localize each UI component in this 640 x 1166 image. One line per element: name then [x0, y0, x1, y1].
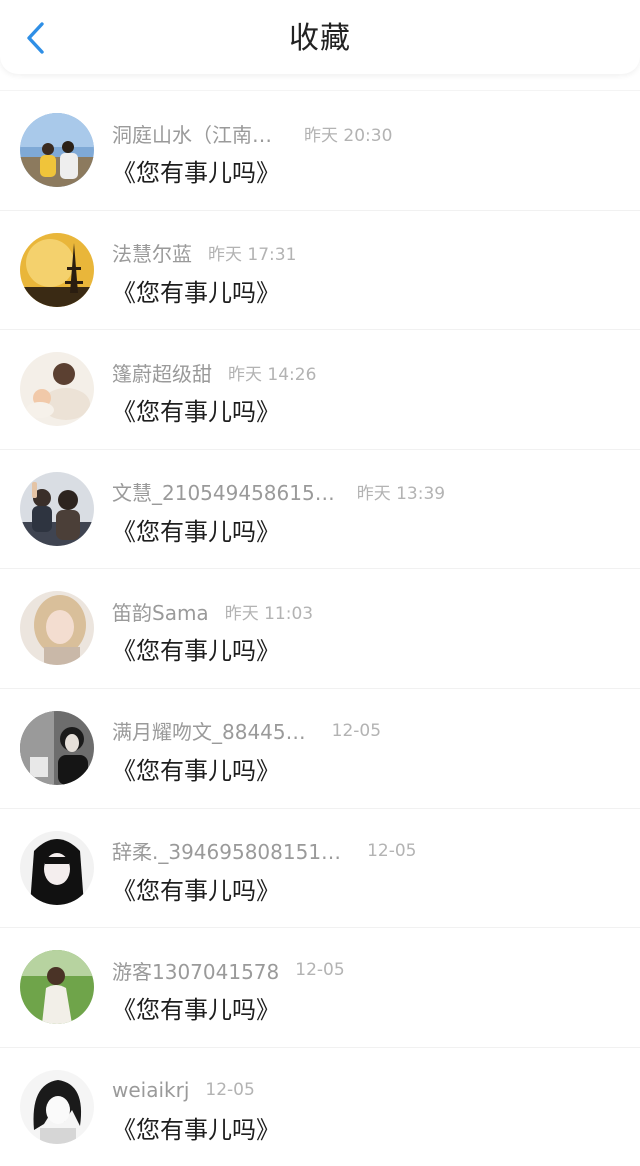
avatar[interactable]	[20, 950, 94, 1025]
message-text: 《您有事儿吗》	[112, 637, 280, 666]
sender-name: 游客1307041578	[112, 959, 280, 984]
message-text: 《您有事儿吗》	[112, 1115, 280, 1144]
sender-name: weiaikrj	[112, 1077, 190, 1102]
list-item[interactable]: 辞柔._394695808151… 12-05 《您有事儿吗》	[0, 807, 640, 928]
avatar[interactable]	[20, 830, 94, 905]
top-bar: 收藏	[0, 0, 640, 74]
avatar[interactable]	[20, 591, 94, 666]
message-text: 《您有事儿吗》	[112, 756, 280, 785]
timestamp: 12-05	[367, 840, 417, 861]
sender-name: 辞柔._394695808151…	[112, 840, 342, 865]
favorites-list: 洞庭山水（江南… 昨天 20:30 《您有事儿吗》 法慧尔蓝 昨天 17:31 …	[0, 90, 640, 1166]
avatar[interactable]	[20, 471, 94, 546]
avatar[interactable]	[20, 352, 94, 427]
timestamp: 12-05	[295, 960, 345, 981]
avatar[interactable]	[20, 113, 94, 187]
message-text: 《您有事儿吗》	[112, 278, 280, 307]
avatar[interactable]	[20, 1069, 94, 1144]
sender-name: 笛韵Sama	[112, 600, 209, 625]
timestamp: 昨天 20:30	[304, 125, 393, 146]
message-text: 《您有事儿吗》	[112, 398, 280, 427]
sender-name: 文慧_210549458615…	[112, 481, 335, 506]
timestamp: 12-05	[331, 720, 382, 741]
list-item[interactable]: weiaikrj 12-05 《您有事儿吗》	[0, 1046, 640, 1166]
list-item[interactable]: 游客1307041578 12-05 《您有事儿吗》	[0, 927, 640, 1047]
timestamp: 昨天 11:03	[224, 603, 314, 624]
timestamp: 昨天 17:31	[208, 245, 297, 266]
timestamp: 昨天 14:26	[228, 364, 317, 385]
list-item[interactable]: 文慧_210549458615… 昨天 13:39 《您有事儿吗》	[0, 448, 640, 569]
message-text: 《您有事儿吗》	[112, 876, 280, 905]
list-item[interactable]: 笛韵Sama 昨天 11:03 《您有事儿吗》	[0, 568, 640, 688]
avatar[interactable]	[20, 232, 94, 307]
list-item[interactable]: 篷蔚超级甜 昨天 14:26 《您有事儿吗》	[0, 329, 640, 449]
timestamp: 昨天 13:39	[356, 484, 446, 505]
list-item[interactable]: 洞庭山水（江南… 昨天 20:30 《您有事儿吗》	[0, 90, 640, 210]
sender-name: 洞庭山水（江南…	[112, 122, 272, 147]
list-item[interactable]: 满月耀吻文_88445… 12-05 《您有事儿吗》	[0, 687, 640, 808]
sender-name: 法慧尔蓝	[112, 242, 192, 267]
message-text: 《您有事儿吗》	[112, 159, 280, 187]
timestamp: 12-05	[205, 1079, 255, 1100]
sender-name: 篷蔚超级甜	[112, 361, 212, 386]
list-item[interactable]: 法慧尔蓝 昨天 17:31 《您有事儿吗》	[0, 209, 640, 330]
avatar[interactable]	[20, 710, 94, 785]
message-text: 《您有事儿吗》	[112, 517, 280, 546]
page-title: 收藏	[289, 21, 351, 56]
sender-name: 满月耀吻文_88445…	[112, 720, 306, 745]
message-text: 《您有事儿吗》	[112, 996, 280, 1025]
